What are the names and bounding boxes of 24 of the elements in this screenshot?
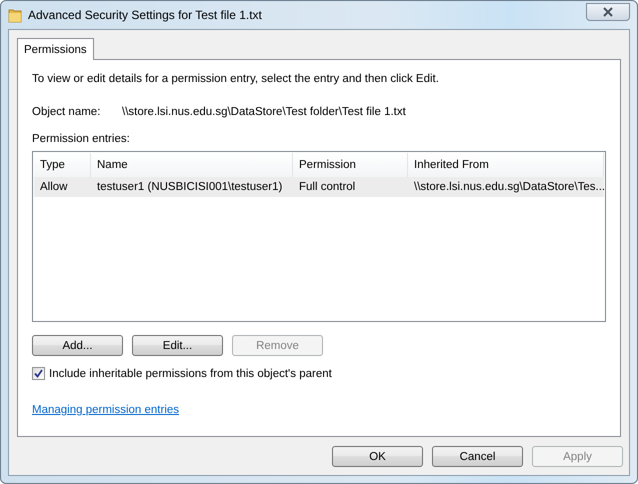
window-title: Advanced Security Settings for Test file 1.txt bbox=[28, 8, 263, 22]
tab[interactable]: Permissions bbox=[17, 38, 94, 60]
field-label: Object name: bbox=[32, 106, 102, 118]
table-cell[interactable]: Full control bbox=[293, 177, 408, 197]
dialog-button[interactable]: OK bbox=[332, 446, 423, 467]
close-button[interactable] bbox=[586, 3, 630, 21]
instruction-text: To view or edit details for a permission entry, select the entry and then click Edit. bbox=[32, 73, 440, 85]
checkbox-label[interactable]: Include inheritable permissions from this object's parent bbox=[49, 368, 332, 380]
folder-icon bbox=[8, 7, 22, 23]
column-header[interactable]: Permission bbox=[293, 153, 408, 177]
object-path: \\store.lsi.nus.edu.sg\DataStore\Test folder\Test file 1.txt bbox=[122, 106, 406, 118]
column-header[interactable]: Name bbox=[91, 153, 293, 177]
table-cell[interactable]: Allow bbox=[34, 177, 91, 197]
column-header[interactable]: Inherited From bbox=[408, 153, 604, 177]
action-button[interactable]: Add... bbox=[32, 335, 123, 356]
close-icon bbox=[602, 7, 614, 17]
table-cell[interactable]: \\store.lsi.nus.edu.sg\DataStore\Tes... bbox=[408, 177, 604, 197]
dialog-button[interactable]: Cancel bbox=[432, 446, 523, 467]
action-button[interactable]: Edit... bbox=[132, 335, 223, 356]
section-label: Permission entries: bbox=[32, 133, 131, 145]
checkbox[interactable] bbox=[32, 367, 45, 380]
help-link[interactable]: Managing permission entries bbox=[32, 404, 180, 416]
table-cell[interactable]: testuser1 (NUSBICISI001\testuser1) bbox=[91, 177, 293, 197]
column-header[interactable]: Type bbox=[34, 153, 91, 177]
